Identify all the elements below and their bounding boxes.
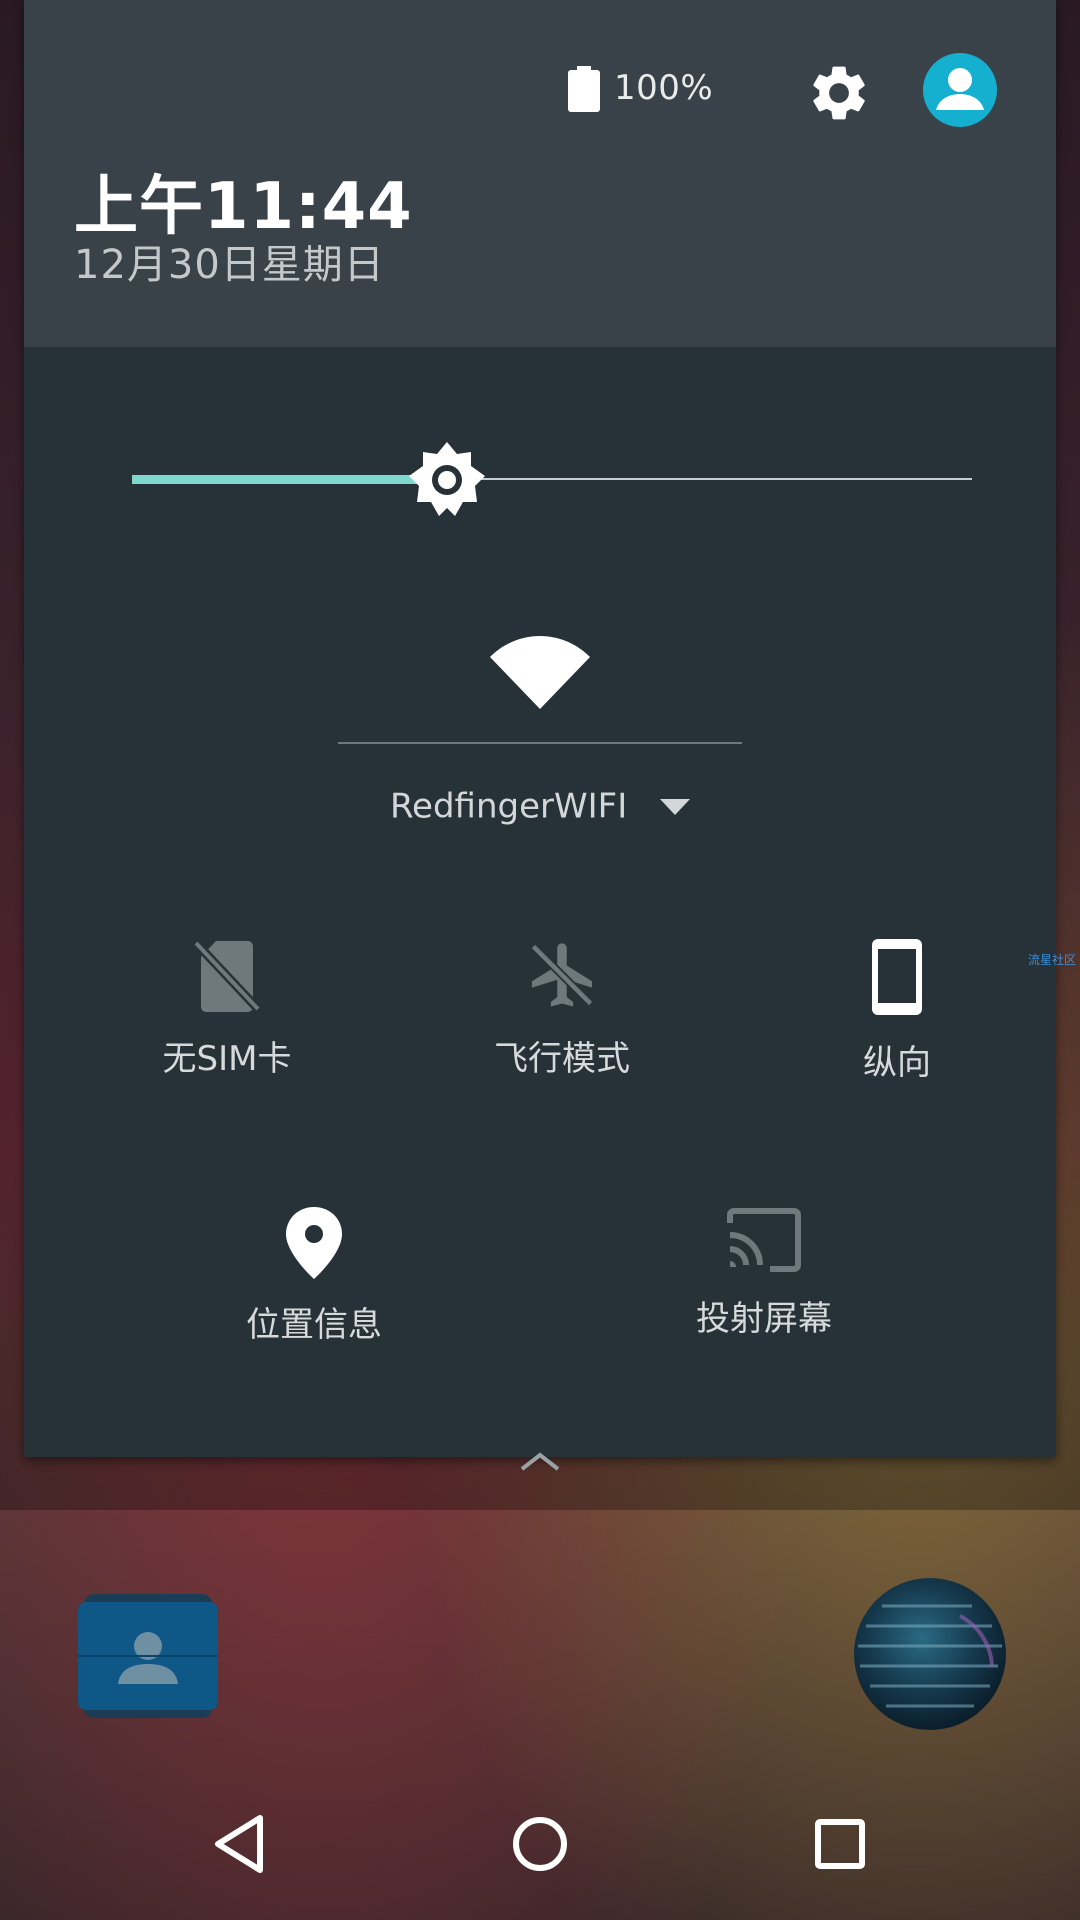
tile-cast-screen[interactable]: 投射屏幕 (614, 1207, 914, 1340)
globe-app-icon[interactable] (852, 1576, 1008, 1732)
tile-label: 位置信息 (246, 1305, 382, 1345)
expand-chevron-icon[interactable] (518, 1451, 562, 1473)
brightness-slider[interactable] (132, 420, 972, 540)
side-watermark: 流星社区 (1028, 953, 1077, 967)
recents-icon[interactable] (808, 1812, 872, 1876)
shade-header: 100% 上午11:44 12月30日星期日 (24, 0, 1056, 347)
tile-label: 纵向 (863, 1043, 931, 1083)
tile-label: 投射屏幕 (696, 1299, 832, 1339)
tile-no-sim[interactable]: 无SIM卡 (77, 937, 377, 1080)
account-circle-icon[interactable] (923, 53, 997, 127)
home-icon[interactable] (508, 1812, 572, 1876)
navigation-bar (0, 1766, 1080, 1920)
notification-shade: 100% 上午11:44 12月30日星期日 RedfingerWIFI 无SI… (24, 0, 1056, 1457)
no-sim-icon (192, 939, 262, 1013)
battery-full-icon (568, 66, 600, 112)
gear-icon[interactable] (806, 60, 872, 126)
tile-airplane-mode[interactable]: 飞行模式 (412, 937, 712, 1080)
tile-label: 无SIM卡 (162, 1039, 292, 1079)
cast-icon (727, 1208, 801, 1272)
tile-label: 飞行模式 (494, 1039, 630, 1079)
wifi-divider (338, 742, 742, 744)
dropdown-arrow-icon (660, 798, 691, 815)
date-text[interactable]: 12月30日星期日 (74, 232, 385, 290)
airplane-icon (530, 943, 594, 1007)
wifi-network-name: RedfingerWIFI (389, 786, 628, 827)
back-icon[interactable] (208, 1812, 272, 1876)
battery-percentage: 100% (614, 68, 714, 108)
contacts-app-icon[interactable] (78, 1588, 218, 1724)
quick-settings-panel: RedfingerWIFI 无SIM卡 飞行模式 纵向 位置信息 投射屏幕 (24, 347, 1056, 1457)
brightness-icon[interactable] (405, 438, 489, 522)
wifi-network-selector[interactable]: RedfingerWIFI (24, 785, 1056, 827)
portrait-icon (872, 939, 922, 1015)
location-icon (286, 1207, 342, 1279)
slider-fill (132, 475, 447, 484)
wifi-icon[interactable] (490, 627, 590, 709)
person-icon (936, 68, 984, 110)
tile-portrait[interactable]: 纵向 (747, 937, 1047, 1084)
tile-location[interactable]: 位置信息 (164, 1207, 464, 1346)
